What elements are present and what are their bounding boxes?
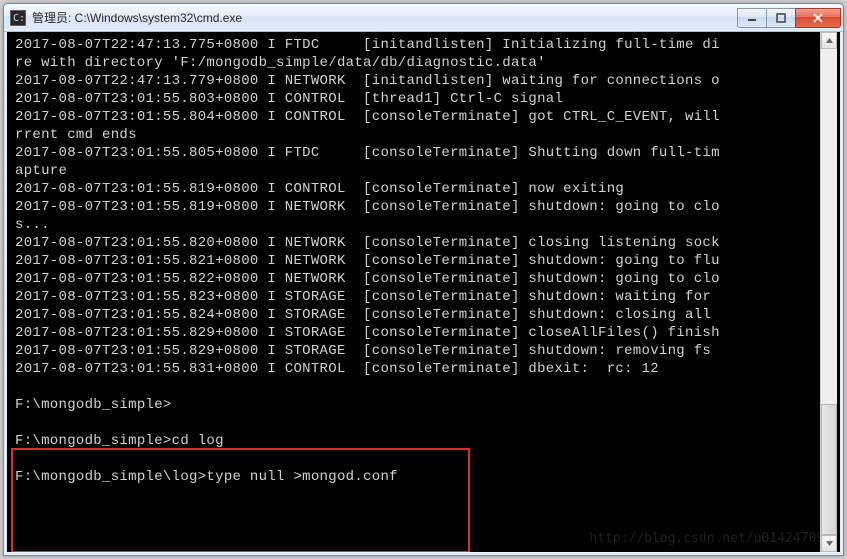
terminal-line	[15, 450, 836, 468]
window-controls	[738, 8, 841, 28]
vertical-scrollbar	[820, 32, 837, 552]
terminal-line: 2017-08-07T23:01:55.822+0800 I NETWORK […	[15, 270, 836, 288]
terminal-line	[15, 486, 836, 504]
scrollbar-thumb[interactable]	[821, 404, 837, 535]
scroll-up-button[interactable]	[821, 32, 837, 49]
terminal-line	[15, 378, 836, 396]
terminal-line: 2017-08-07T23:01:55.831+0800 I CONTROL […	[15, 360, 836, 378]
scrollbar-track[interactable]	[821, 49, 837, 535]
terminal-line: F:\mongodb_simple\log>type null >mongod.…	[15, 468, 836, 486]
maximize-button[interactable]	[766, 8, 796, 28]
cmd-icon: C:	[10, 10, 26, 26]
terminal-line: 2017-08-07T23:01:55.820+0800 I NETWORK […	[15, 234, 836, 252]
terminal-line: s...	[15, 216, 836, 234]
terminal-output: 2017-08-07T22:47:13.775+0800 I FTDC [ini…	[15, 36, 836, 504]
scroll-down-button[interactable]	[821, 535, 837, 552]
terminal-line: 2017-08-07T23:01:55.829+0800 I STORAGE […	[15, 324, 836, 342]
terminal-line: re with directory 'F:/mongodb_simple/dat…	[15, 54, 836, 72]
terminal-line: 2017-08-07T23:01:55.804+0800 I CONTROL […	[15, 108, 836, 126]
terminal-line: 2017-08-07T23:01:55.829+0800 I STORAGE […	[15, 342, 836, 360]
terminal-line: 2017-08-07T23:01:55.803+0800 I CONTROL […	[15, 90, 836, 108]
terminal-line: 2017-08-07T23:01:55.805+0800 I FTDC [con…	[15, 144, 836, 162]
terminal-line: 2017-08-07T23:01:55.819+0800 I CONTROL […	[15, 180, 836, 198]
terminal-line: 2017-08-07T23:01:55.824+0800 I STORAGE […	[15, 306, 836, 324]
cmd-window: C: 管理员: C:\Windows\system32\cmd.exe 2017…	[3, 3, 844, 556]
terminal-area[interactable]: 2017-08-07T22:47:13.775+0800 I FTDC [ini…	[4, 32, 843, 555]
terminal-line	[15, 414, 836, 432]
minimize-button[interactable]	[737, 8, 767, 28]
terminal-line: 2017-08-07T23:01:55.819+0800 I NETWORK […	[15, 198, 836, 216]
terminal-line: rrent cmd ends	[15, 126, 836, 144]
window-title: 管理员: C:\Windows\system32\cmd.exe	[32, 9, 738, 26]
terminal-line: 2017-08-07T22:47:13.779+0800 I NETWORK […	[15, 72, 836, 90]
terminal-line: F:\mongodb_simple>cd log	[15, 432, 836, 450]
svg-text:C:: C:	[13, 13, 25, 24]
close-button[interactable]	[795, 8, 841, 28]
terminal-line: apture	[15, 162, 836, 180]
terminal-line: 2017-08-07T23:01:55.823+0800 I STORAGE […	[15, 288, 836, 306]
terminal-line: 2017-08-07T22:47:13.775+0800 I FTDC [ini…	[15, 36, 836, 54]
titlebar[interactable]: C: 管理员: C:\Windows\system32\cmd.exe	[4, 4, 843, 32]
terminal-line: F:\mongodb_simple>	[15, 396, 836, 414]
terminal-line: 2017-08-07T23:01:55.821+0800 I NETWORK […	[15, 252, 836, 270]
watermark-text: http://blog.csdn.net/u014247090	[589, 531, 832, 546]
